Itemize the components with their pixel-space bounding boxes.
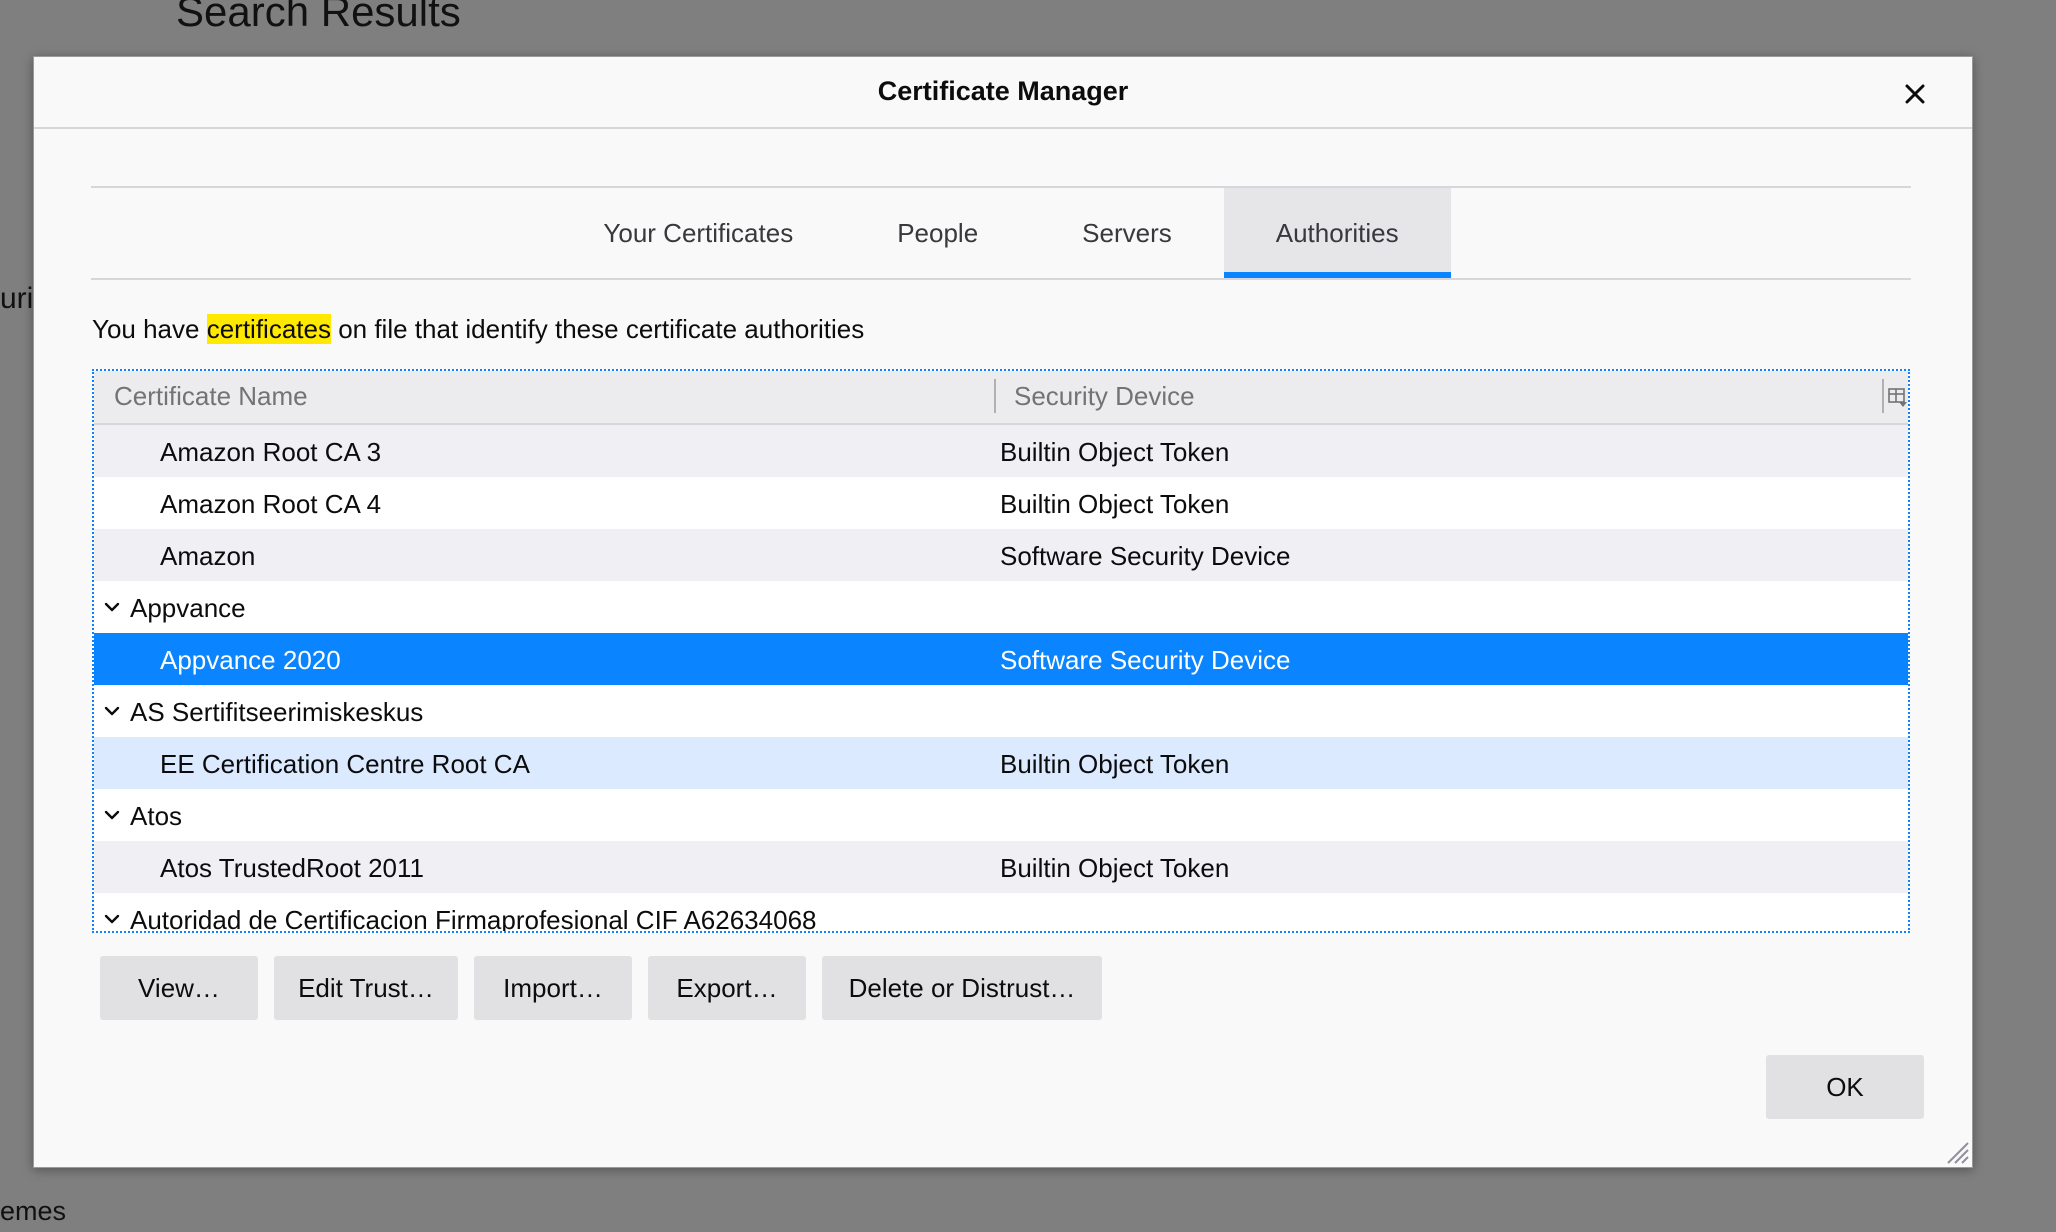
column-header-certificate-name[interactable]: Certificate Name: [114, 381, 308, 412]
export-button[interactable]: Export…: [648, 956, 806, 1020]
certificate-name-cell: Amazon: [160, 541, 256, 571]
description-text: You have certificates on file that ident…: [92, 314, 864, 345]
group-name-cell: AS Sertifitseerimiskeskus: [130, 697, 424, 727]
chevron-down-icon[interactable]: [104, 705, 120, 717]
tree-group-row[interactable]: Appvance: [94, 581, 1908, 633]
description-before: You have: [92, 314, 207, 344]
chevron-down-icon[interactable]: [104, 809, 120, 821]
close-icon: [1905, 84, 1925, 104]
table-row-selected[interactable]: Appvance 2020 Software Security Device: [94, 633, 1908, 685]
tree-group-row[interactable]: Atos: [94, 789, 1908, 841]
delete-or-distrust-button[interactable]: Delete or Distrust…: [822, 956, 1102, 1020]
column-divider[interactable]: [1882, 379, 1884, 413]
column-header-security-device[interactable]: Security Device: [1014, 381, 1195, 412]
security-device-cell: Software Security Device: [1000, 541, 1291, 571]
chevron-down-icon[interactable]: [104, 913, 120, 925]
dialog-title: Certificate Manager: [877, 76, 1129, 106]
tab-authorities[interactable]: Authorities: [1223, 188, 1451, 278]
chevron-down-icon[interactable]: [104, 601, 120, 613]
table-row[interactable]: Amazon Root CA 3 Builtin Object Token: [94, 425, 1908, 477]
security-device-cell: Builtin Object Token: [1000, 437, 1230, 467]
table-row[interactable]: EE Certification Centre Root CA Builtin …: [94, 737, 1908, 789]
certificate-manager-dialog: Certificate Manager Your Certificates Pe…: [33, 56, 1973, 1168]
certificate-name-cell: Amazon Root CA 3: [160, 437, 382, 467]
certificate-name-cell: Amazon Root CA 4: [160, 489, 382, 519]
column-divider[interactable]: [994, 379, 996, 413]
description-highlight: certificates: [206, 314, 331, 344]
edit-trust-button[interactable]: Edit Trust…: [274, 956, 458, 1020]
security-device-cell: Builtin Object Token: [1000, 749, 1230, 779]
background-text-fragment: emes: [0, 1196, 67, 1226]
table-row[interactable]: Amazon Software Security Device: [94, 529, 1908, 581]
column-picker-button[interactable]: [1888, 385, 1908, 407]
tab-bar: Your Certificates People Servers Authori…: [91, 186, 1911, 280]
background-page-title: Search Results: [176, 0, 461, 35]
certificate-name-cell: EE Certification Centre Root CA: [160, 749, 530, 779]
column-picker-icon: [1888, 388, 1907, 407]
certificate-tree[interactable]: Certificate Name Security Device Amazon …: [92, 369, 1910, 933]
security-device-cell: Builtin Object Token: [1000, 853, 1230, 883]
view-button[interactable]: View…: [100, 956, 258, 1020]
close-button[interactable]: [1898, 77, 1932, 111]
tree-header: Certificate Name Security Device: [94, 371, 1908, 425]
ok-button[interactable]: OK: [1766, 1055, 1924, 1119]
group-name-cell: Appvance: [130, 593, 246, 623]
tree-group-row[interactable]: AS Sertifitseerimiskeskus: [94, 685, 1908, 737]
group-name-cell: Autoridad de Certificacion Firmaprofesio…: [130, 905, 817, 933]
table-row[interactable]: Atos TrustedRoot 2011 Builtin Object Tok…: [94, 841, 1908, 893]
background-text-fragment: uri: [0, 282, 34, 315]
tree-group-row[interactable]: Autoridad de Certificacion Firmaprofesio…: [94, 893, 1908, 933]
security-device-cell: Builtin Object Token: [1000, 489, 1230, 519]
import-button[interactable]: Import…: [474, 956, 632, 1020]
resize-grip-icon[interactable]: [1942, 1137, 1970, 1165]
certificate-name-cell: Appvance 2020: [160, 645, 341, 675]
tab-your-certificates[interactable]: Your Certificates: [551, 188, 845, 278]
table-row[interactable]: Amazon Root CA 4 Builtin Object Token: [94, 477, 1908, 529]
security-device-cell: Software Security Device: [1000, 645, 1291, 675]
dialog-titlebar: Certificate Manager: [34, 57, 1972, 129]
description-after: on file that identify these certificate …: [330, 314, 865, 344]
certificate-name-cell: Atos TrustedRoot 2011: [160, 853, 425, 883]
group-name-cell: Atos: [130, 801, 183, 831]
tab-servers[interactable]: Servers: [1030, 188, 1224, 278]
tab-people[interactable]: People: [845, 188, 1030, 278]
